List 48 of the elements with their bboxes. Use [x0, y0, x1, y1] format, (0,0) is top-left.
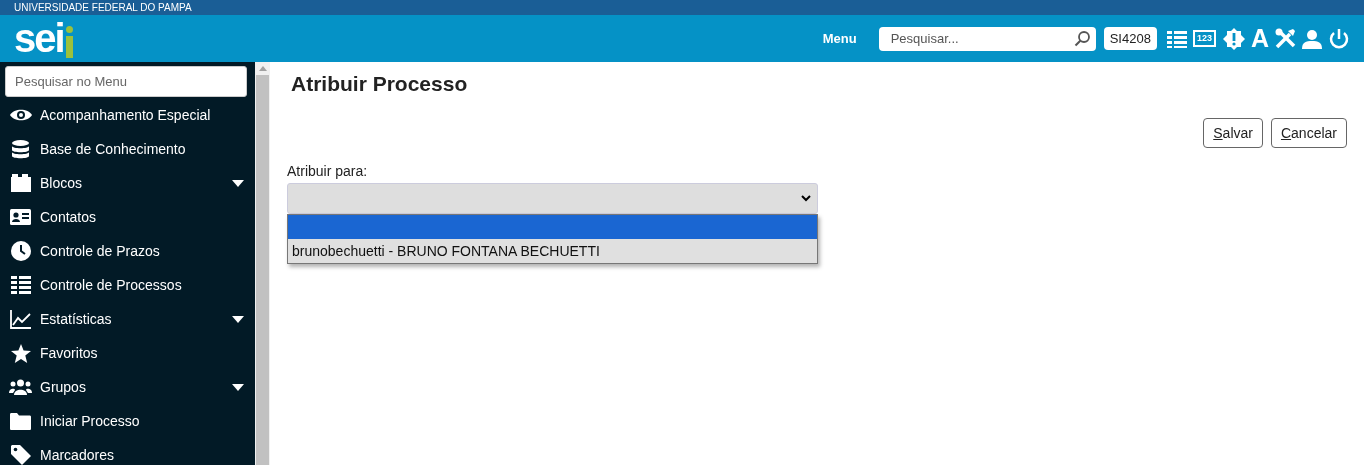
field-label: Atribuir para: — [287, 163, 369, 179]
university-name: UNIVERSIDADE FEDERAL DO PAMPA — [14, 2, 192, 13]
folder-icon — [10, 412, 31, 430]
alert-badge-icon[interactable] — [1222, 27, 1245, 50]
search-field[interactable]: Pesquisar... — [878, 26, 1096, 51]
caret-icon[interactable] — [232, 383, 244, 391]
caret-icon[interactable] — [232, 179, 244, 187]
power-icon[interactable] — [1328, 27, 1350, 50]
font-icon[interactable]: A — [1250, 26, 1269, 51]
dropdown-option[interactable]: brunobechuetti - BRUNO FONTANA BECHUETTI — [288, 239, 817, 263]
menu-item[interactable]: Controle de Prazos — [40, 243, 160, 259]
menu-item[interactable]: Grupos — [40, 379, 86, 395]
clock-icon — [10, 241, 31, 261]
menu-item[interactable]: Base de Conhecimento — [40, 141, 186, 157]
database-icon — [12, 139, 29, 159]
scroll-up-icon[interactable] — [258, 66, 267, 71]
list-icon[interactable] — [1166, 28, 1187, 49]
menu-item[interactable]: Iniciar Processo — [40, 413, 140, 429]
eye-icon — [9, 108, 32, 122]
menu-item[interactable]: Acompanhamento Especial — [40, 107, 211, 123]
menu-item[interactable]: Controle de Processos — [40, 277, 182, 293]
logo[interactable]: sei — [14, 17, 73, 58]
tools-icon[interactable] — [1275, 28, 1296, 49]
chevron-icon — [801, 195, 811, 202]
unit-button[interactable]: SI4208 — [1103, 27, 1157, 50]
page-title: Atribuir Processo — [291, 72, 469, 96]
numbers-icon[interactable]: 123 — [1192, 30, 1216, 47]
menu-item[interactable]: Marcadores — [40, 447, 114, 463]
cancel-button[interactable]: Cancelar — [1270, 118, 1347, 148]
save-button[interactable]: Salvar — [1203, 118, 1263, 148]
menu-item[interactable]: Estatísticas — [40, 311, 112, 327]
users-icon — [9, 379, 32, 395]
search-icon[interactable] — [1073, 29, 1091, 47]
logo-mark-icon — [65, 25, 73, 58]
blocks-icon — [10, 174, 31, 192]
star-icon — [10, 343, 31, 363]
line-chart-icon — [10, 309, 31, 329]
menu-item[interactable]: Favoritos — [40, 345, 98, 361]
scroll-thumb[interactable] — [256, 75, 269, 465]
contact-card-icon — [10, 209, 31, 225]
menu-link[interactable]: Menu — [822, 31, 857, 46]
menu-item[interactable]: Contatos — [40, 209, 97, 225]
menu-search-field[interactable]: Pesquisar no Menu — [5, 66, 247, 97]
user-icon[interactable] — [1302, 28, 1322, 49]
scrollbar[interactable] — [255, 62, 270, 465]
list-icon — [10, 276, 31, 294]
caret-icon[interactable] — [232, 315, 244, 323]
menu-item[interactable]: Blocos — [40, 175, 83, 191]
